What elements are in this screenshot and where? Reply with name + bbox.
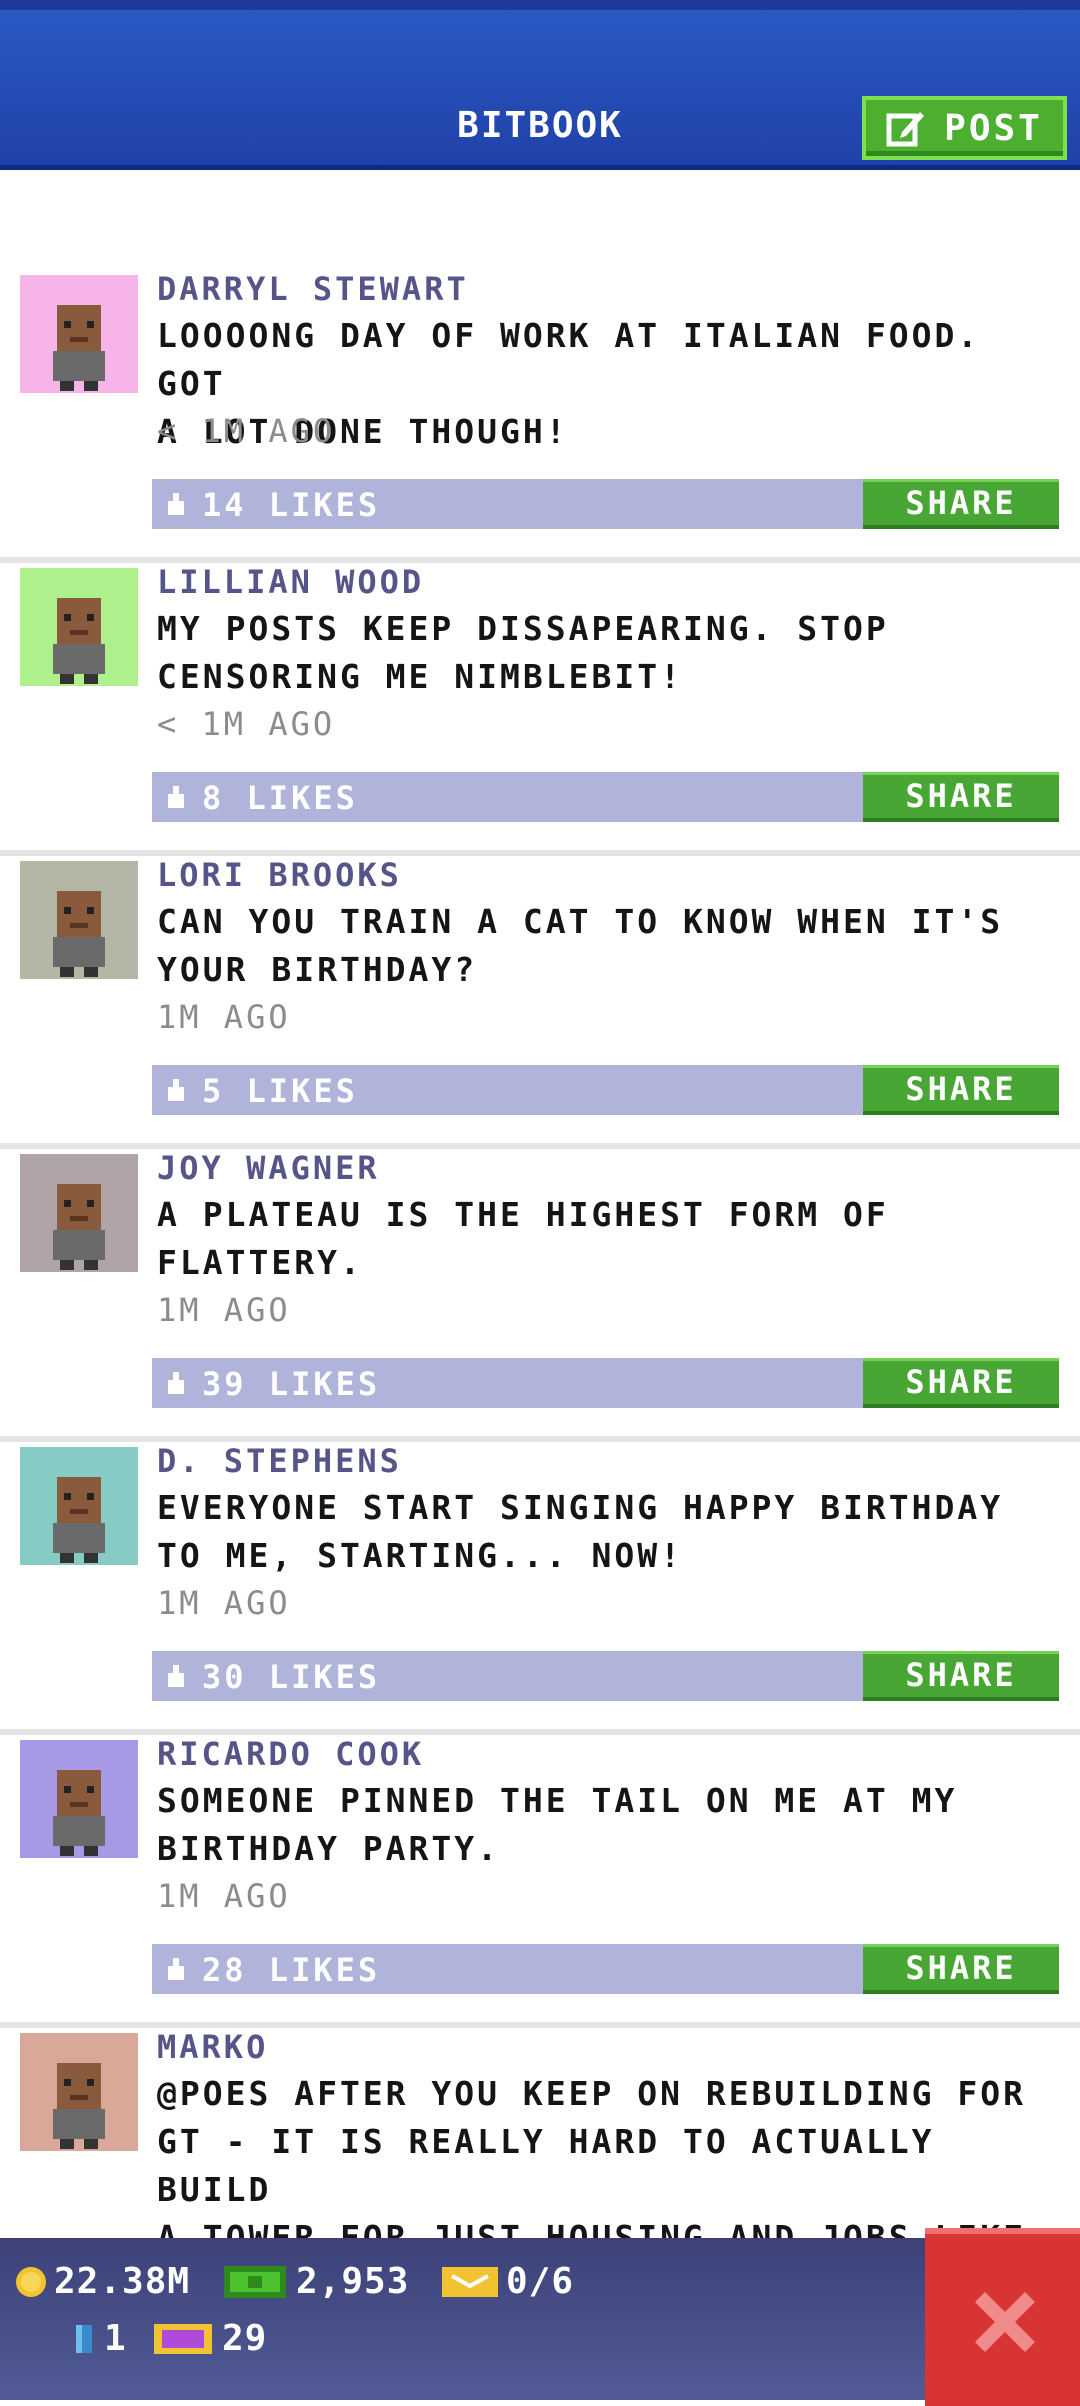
- avatar-image: [20, 1447, 138, 1565]
- post-author[interactable]: LORI BROOKS: [157, 856, 402, 894]
- likes-count: 8 LIKES: [202, 779, 358, 817]
- coins-value: 22.38M: [54, 2261, 191, 2302]
- post-timestamp: < 1M AGO: [157, 705, 336, 743]
- avatar-image: [20, 2033, 138, 2151]
- likes-bar[interactable]: 14 LIKES SHARE: [152, 479, 1059, 529]
- post-author[interactable]: JOY WAGNER: [157, 1149, 380, 1187]
- tokens-stat: 29: [152, 2318, 267, 2359]
- post-button-label: POST: [944, 107, 1043, 149]
- post-message: MY POSTS KEEP DISSAPEARING. STOP CENSORI…: [157, 609, 889, 696]
- avatar-image: [20, 568, 138, 686]
- bux-stat: 2,953: [222, 2261, 409, 2302]
- post-author[interactable]: MARKO: [157, 2028, 268, 2066]
- likes-count: 30 LIKES: [202, 1658, 381, 1696]
- avatar[interactable]: [20, 568, 138, 686]
- share-button[interactable]: SHARE: [863, 1358, 1059, 1408]
- avatar[interactable]: [20, 275, 138, 393]
- post-author[interactable]: RICARDO COOK: [157, 1735, 424, 1773]
- likes-count: 28 LIKES: [202, 1951, 381, 1989]
- avatar[interactable]: [20, 2033, 138, 2151]
- likes-count: 14 LIKES: [202, 486, 381, 524]
- likes-bar[interactable]: 39 LIKES SHARE: [152, 1358, 1059, 1408]
- tickets-value: 0/6: [506, 2261, 575, 2302]
- share-button[interactable]: SHARE: [863, 1651, 1059, 1701]
- feed-post: RICARDO COOK SOMEONE PINNED THE TAIL ON …: [0, 1735, 1080, 2028]
- avatar-image: [20, 1154, 138, 1272]
- post-author[interactable]: D. STEPHENS: [157, 1442, 402, 1480]
- coins-stat: 22.38M: [14, 2261, 190, 2302]
- likes-count: 5 LIKES: [202, 1072, 358, 1110]
- post-author[interactable]: LILLIAN WOOD: [157, 563, 424, 601]
- thumbs-up-icon: [168, 1372, 184, 1394]
- bux-value: 2,953: [296, 2261, 410, 2302]
- thumbs-up-icon: [168, 1665, 184, 1687]
- share-button[interactable]: SHARE: [863, 479, 1059, 529]
- post-message: SOMEONE PINNED THE TAIL ON ME AT MY BIRT…: [157, 1781, 958, 1868]
- share-button[interactable]: SHARE: [863, 772, 1059, 822]
- feed-post: JOY WAGNER A PLATEAU IS THE HIGHEST FORM…: [0, 1149, 1080, 1442]
- avatar-image: [20, 861, 138, 979]
- bux-icon: [224, 2265, 286, 2298]
- close-button[interactable]: [925, 2228, 1080, 2406]
- post-message: A PLATEAU IS THE HIGHEST FORM OF FLATTER…: [157, 1195, 889, 1282]
- avatar-image: [20, 1740, 138, 1858]
- thumbs-up-icon: [168, 493, 184, 515]
- key-icon: [76, 2324, 92, 2353]
- post-author[interactable]: DARRYL STEWART: [157, 270, 469, 308]
- keys-value: 1: [104, 2318, 127, 2359]
- feed-post: D. STEPHENS EVERYONE START SINGING HAPPY…: [0, 1442, 1080, 1735]
- feed[interactable]: DARRYL STEWART LOOOONG DAY OF WORK AT IT…: [0, 270, 1080, 2321]
- avatar[interactable]: [20, 861, 138, 979]
- avatar[interactable]: [20, 1740, 138, 1858]
- coin-icon: [16, 2266, 46, 2297]
- avatar-image: [20, 275, 138, 393]
- post-timestamp: 1M AGO: [157, 1584, 291, 1622]
- feed-post: DARRYL STEWART LOOOONG DAY OF WORK AT IT…: [0, 270, 1080, 563]
- feed-post: LILLIAN WOOD MY POSTS KEEP DISSAPEARING.…: [0, 563, 1080, 856]
- tickets-stat: 0/6: [440, 2261, 574, 2302]
- token-icon: [154, 2323, 212, 2354]
- keys-stat: 1: [70, 2318, 127, 2359]
- likes-bar[interactable]: 8 LIKES SHARE: [152, 772, 1059, 822]
- likes-count: 39 LIKES: [202, 1365, 381, 1403]
- likes-bar[interactable]: 28 LIKES SHARE: [152, 1944, 1059, 1994]
- tokens-value: 29: [222, 2318, 268, 2359]
- ticket-icon: [442, 2266, 498, 2297]
- post-timestamp: 1M AGO: [157, 998, 291, 1036]
- feed-post: LORI BROOKS CAN YOU TRAIN A CAT TO KNOW …: [0, 856, 1080, 1149]
- thumbs-up-icon: [168, 786, 184, 808]
- share-button[interactable]: SHARE: [863, 1944, 1059, 1994]
- post-timestamp: 1M AGO: [157, 1291, 291, 1329]
- thumbs-up-icon: [168, 1958, 184, 1980]
- post-timestamp: 1M AGO: [157, 1877, 291, 1915]
- likes-bar[interactable]: 5 LIKES SHARE: [152, 1065, 1059, 1115]
- post-message: CAN YOU TRAIN A CAT TO KNOW WHEN IT'S YO…: [157, 902, 1004, 989]
- status-bar: 22.38M 2,953 0/6 1 29: [0, 2238, 925, 2400]
- post-timestamp: < 1M AGO: [157, 412, 336, 450]
- share-button[interactable]: SHARE: [863, 1065, 1059, 1115]
- thumbs-up-icon: [168, 1079, 184, 1101]
- close-icon: [975, 2292, 1035, 2352]
- post-message: EVERYONE START SINGING HAPPY BIRTHDAY TO…: [157, 1488, 1004, 1575]
- avatar[interactable]: [20, 1447, 138, 1565]
- edit-icon: [886, 112, 925, 147]
- post-button[interactable]: POST: [862, 96, 1067, 160]
- avatar[interactable]: [20, 1154, 138, 1272]
- header: BITBOOK POST: [0, 0, 1080, 170]
- likes-bar[interactable]: 30 LIKES SHARE: [152, 1651, 1059, 1701]
